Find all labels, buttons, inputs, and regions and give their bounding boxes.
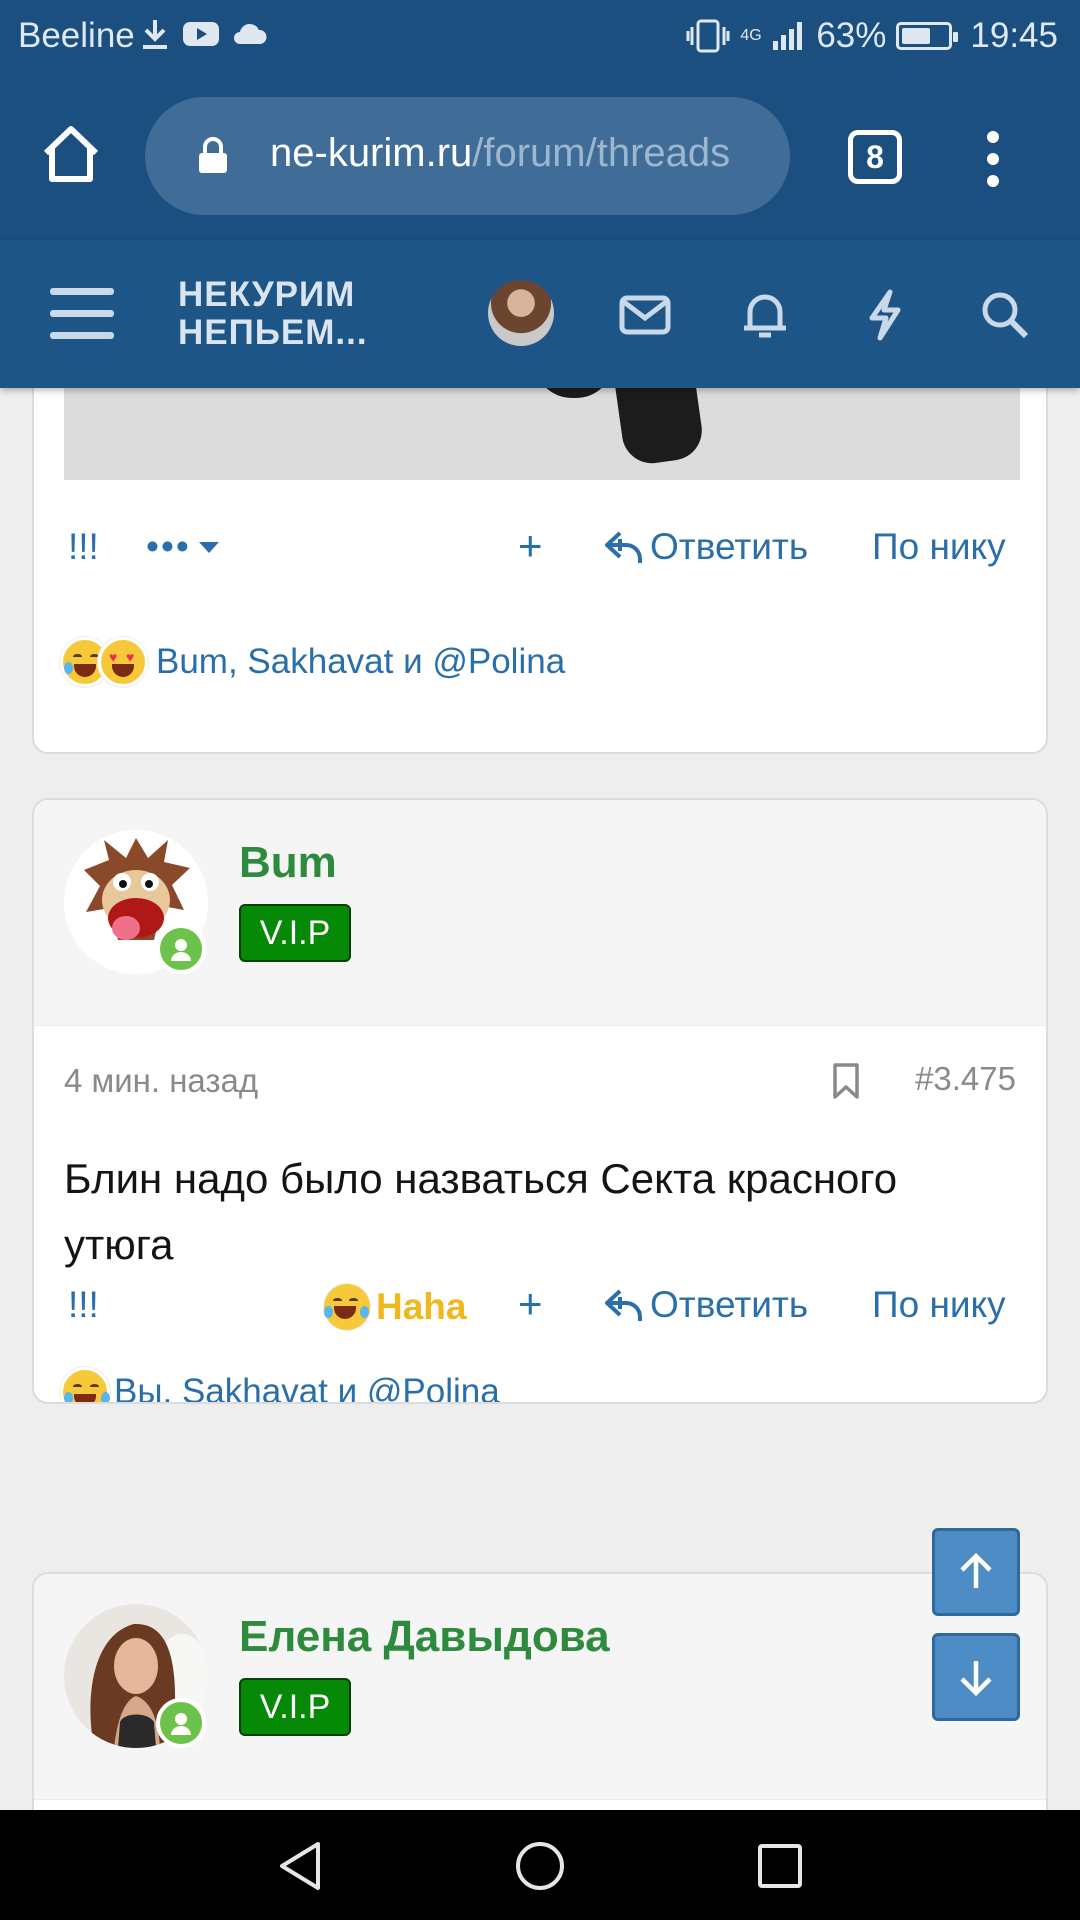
exclaim-button[interactable]: !!! — [68, 1284, 99, 1326]
by-nick-button[interactable]: По нику — [872, 1284, 1006, 1326]
add-reaction-button[interactable]: + — [518, 522, 543, 570]
post-actions: !!! ••• + Ответить По нику — [34, 518, 1046, 578]
arrow-up-icon — [960, 1552, 992, 1588]
home-nav-icon[interactable] — [514, 1840, 566, 1892]
reply-label: Ответить — [650, 526, 809, 567]
image-object — [534, 388, 614, 398]
post-card: Bum V.I.P 4 мин. назад #3.475 Блин надо … — [32, 798, 1048, 1404]
author-name[interactable]: Елена Давыдова — [239, 1612, 610, 1662]
post-author-header: Елена Давыдова V.I.P — [34, 1574, 1046, 1800]
clock: 19:45 — [970, 16, 1058, 55]
online-status-icon — [156, 1698, 206, 1748]
laugh-emoji-icon — [324, 1284, 370, 1330]
add-reaction-button[interactable]: + — [518, 1280, 543, 1328]
network-type: 4G — [740, 27, 762, 44]
author-name[interactable]: Bum — [239, 838, 337, 888]
reactions-summary[interactable]: Вы, Sakhavat и @Polina — [60, 1362, 500, 1404]
carrier-name: Beeline — [18, 16, 135, 55]
image-object — [612, 388, 706, 468]
reply-button[interactable]: Ответить — [604, 526, 808, 568]
bookmark-icon[interactable] — [832, 1062, 860, 1100]
back-icon[interactable] — [274, 1840, 326, 1892]
inbox-icon[interactable] — [618, 288, 672, 342]
home-icon[interactable] — [40, 123, 102, 185]
post-image[interactable] — [64, 388, 1020, 480]
battery-icon — [896, 22, 959, 50]
search-icon[interactable] — [978, 288, 1032, 342]
post-time[interactable]: 4 мин. назад — [64, 1062, 258, 1100]
reactions-text: Вы, Sakhavat и @Polina — [114, 1372, 500, 1404]
online-status-icon — [156, 924, 206, 974]
tab-switcher-button[interactable]: 8 — [848, 130, 902, 184]
laugh-emoji-icon — [60, 1367, 110, 1402]
lightning-icon[interactable] — [858, 288, 912, 342]
signal-icon — [773, 22, 803, 50]
cloud-icon — [234, 23, 267, 44]
site-header: НЕКУРИМ НЕПЬЕМ... — [0, 240, 1080, 388]
haha-label: Haha — [376, 1286, 467, 1327]
url-domain: ne-kurim.ru — [270, 131, 473, 175]
browser-menu-icon[interactable] — [986, 130, 1000, 188]
reactions-text: Bum, Sakhavat и @Polina — [156, 642, 566, 681]
youtube-icon — [183, 22, 219, 46]
post-card: !!! ••• + Ответить По нику ♥ ♥ Bum, Sakha… — [32, 388, 1048, 754]
url-text[interactable]: ne-kurim.ru/forum/threads — [270, 131, 730, 176]
menu-icon[interactable] — [50, 288, 114, 340]
scroll-to-top-button[interactable] — [932, 1528, 1020, 1616]
post-actions: !!! Haha + Ответить По нику — [34, 1276, 1046, 1336]
more-label: ••• — [146, 526, 191, 567]
logo-line-2: НЕПЬЕМ... — [178, 313, 368, 352]
exclaim-button[interactable]: !!! — [68, 526, 99, 568]
scroll-to-bottom-button[interactable] — [932, 1633, 1020, 1721]
user-badge: V.I.P — [239, 904, 351, 962]
address-bar[interactable]: ne-kurim.ru/forum/threads — [145, 97, 790, 215]
post-number[interactable]: #3.475 — [915, 1060, 1016, 1098]
caret-down-icon — [198, 542, 219, 553]
lock-icon — [199, 137, 227, 173]
url-path: /forum/threads — [472, 131, 731, 175]
site-logo[interactable]: НЕКУРИМ НЕПЬЕМ... — [178, 276, 368, 352]
download-icon — [143, 20, 167, 49]
battery-percent: 63% — [816, 16, 887, 55]
vibrate-icon — [686, 19, 730, 53]
user-avatar[interactable] — [488, 280, 554, 346]
recents-icon[interactable] — [754, 1840, 806, 1892]
post-body: Блин надо было назваться Секта красного … — [64, 1155, 898, 1268]
haha-reaction-button[interactable]: Haha — [324, 1284, 466, 1330]
thread-content: !!! ••• + Ответить По нику ♥ ♥ Bum, Sakha… — [0, 388, 1080, 1810]
reply-button[interactable]: Ответить — [604, 1284, 808, 1326]
by-nick-button[interactable]: По нику — [872, 526, 1006, 568]
system-nav-bar — [0, 1810, 1080, 1920]
logo-line-1: НЕКУРИМ — [178, 275, 356, 314]
reply-icon — [605, 1289, 642, 1321]
arrow-down-icon — [960, 1661, 992, 1697]
status-bar: Beeline 4G 63% 19:45 — [0, 0, 1080, 75]
user-badge: V.I.P — [239, 1678, 351, 1736]
heart-eyes-emoji-icon: ♥ ♥ — [98, 637, 148, 687]
bell-icon[interactable] — [738, 288, 792, 342]
more-button[interactable]: ••• — [146, 526, 221, 568]
reply-icon — [605, 531, 642, 563]
browser-toolbar: ne-kurim.ru/forum/threads 8 — [0, 75, 1080, 240]
reply-label: Ответить — [650, 1284, 809, 1325]
post-author-header: Bum V.I.P — [34, 800, 1046, 1026]
reactions-summary[interactable]: ♥ ♥ Bum, Sakhavat и @Polina — [60, 632, 565, 692]
post-card: Елена Давыдова V.I.P — [32, 1572, 1048, 1810]
